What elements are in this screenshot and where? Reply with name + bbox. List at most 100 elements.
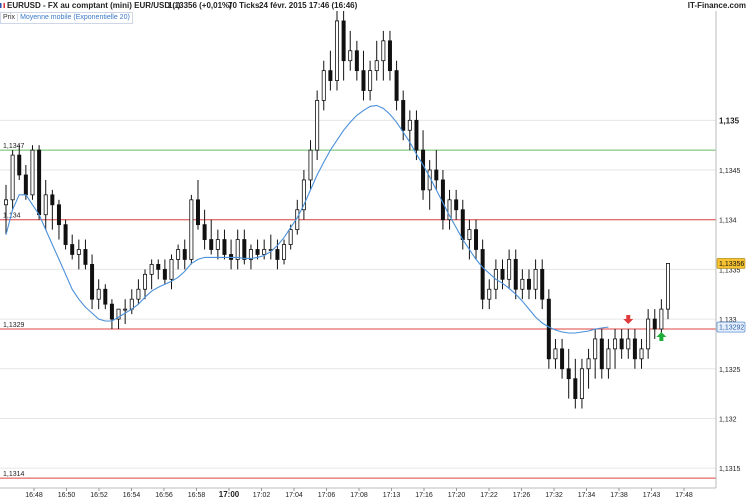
candle-body: [262, 249, 267, 255]
candle-body: [593, 338, 598, 360]
x-tick-label: 17:02: [253, 492, 271, 499]
last-price-tag-text: 1,13356: [719, 261, 744, 268]
candle-body: [23, 174, 28, 196]
candle-body: [96, 288, 101, 300]
y-tick-label: 1,1345: [719, 168, 741, 175]
x-tick-label: 17:22: [480, 492, 498, 499]
candle-body: [454, 199, 459, 211]
candle-body: [599, 338, 604, 370]
y-tick-label: 1,1315: [719, 466, 741, 473]
candle-body: [560, 348, 565, 370]
x-tick-label: 17:08: [350, 492, 368, 499]
candle-body: [123, 308, 128, 311]
candle-body: [626, 338, 631, 350]
x-tick-label: 16:52: [90, 492, 108, 499]
y-tick-label: 1,1325: [719, 367, 741, 374]
legend-ema-label[interactable]: Moyenne mobile (Exponentielle 20): [18, 14, 132, 21]
candle-body: [639, 348, 644, 360]
level-label: 1,1347: [3, 143, 25, 150]
candle-body: [30, 149, 35, 196]
candle-body: [467, 229, 472, 240]
candle-body: [143, 273, 148, 290]
candle-body: [401, 100, 406, 131]
candle-body: [149, 264, 154, 275]
x-tick-label: 16:58: [188, 492, 206, 499]
candle-body: [513, 259, 518, 290]
candle-body: [566, 368, 571, 380]
candle-body: [487, 288, 492, 300]
candle-body: [222, 239, 227, 255]
candle-body: [341, 20, 346, 62]
candle-body: [533, 268, 538, 290]
candle-body: [90, 264, 95, 300]
candle-body: [209, 239, 214, 250]
candle-body: [348, 50, 353, 62]
candle-body: [70, 244, 75, 255]
candle-body: [56, 204, 61, 226]
candle-body: [421, 149, 426, 191]
candle-body: [328, 70, 333, 81]
candle-body: [579, 368, 584, 399]
candle-body: [242, 239, 247, 260]
candle-body: [103, 288, 108, 305]
candle-body: [646, 318, 651, 350]
candle-body: [553, 348, 558, 360]
candle-body: [176, 249, 181, 260]
candle-body: [215, 239, 220, 250]
candle-body: [460, 209, 465, 240]
legend[interactable]: Prix Moyenne mobile (Exponentielle 20): [0, 12, 133, 24]
candle-body: [17, 154, 22, 176]
ema-value-tag: 1,13292: [716, 321, 746, 333]
candlestick-chart[interactable]: 1,13471,1341,13291,1314 1,1351,13451,134…: [0, 0, 750, 500]
x-tick-label: 17:20: [448, 492, 466, 499]
level-label: 1,1329: [3, 322, 25, 329]
x-tick-label: 17:26: [513, 492, 531, 499]
x-tick-label: 16:48: [25, 492, 43, 499]
x-tick-label: 17:00: [219, 490, 240, 499]
last-price-tag: 1,13356: [716, 258, 746, 269]
candle-body: [182, 249, 187, 260]
candle-body: [282, 244, 287, 260]
candle-body: [10, 154, 15, 201]
candle-body: [321, 70, 326, 101]
candle-body: [666, 263, 671, 310]
candle-body: [474, 229, 479, 250]
candle-body: [37, 149, 42, 216]
candle-body: [315, 100, 320, 151]
candle-body: [50, 194, 55, 206]
legend-price-label: Prix: [1, 14, 19, 21]
y-tick-label: 1,132: [719, 416, 737, 423]
x-tick-label: 17:34: [578, 492, 596, 499]
x-tick-label: 16:50: [58, 492, 76, 499]
x-tick-label: 17:43: [643, 492, 661, 499]
candle-body: [613, 338, 618, 350]
candle-body: [235, 239, 240, 260]
candle-body: [606, 348, 611, 370]
candle-body: [109, 303, 114, 320]
candle-body: [394, 70, 399, 101]
candle-body: [308, 149, 313, 181]
candle-body: [368, 70, 373, 91]
y-tick-label: 1,134: [719, 218, 737, 225]
x-tick-label: 17:38: [610, 492, 628, 499]
candle-body: [520, 278, 525, 290]
x-tick-label: 16:54: [123, 492, 141, 499]
x-tick-label: 17:06: [318, 492, 336, 499]
candle-body: [546, 298, 551, 360]
candle-body: [361, 70, 366, 91]
candle-body: [586, 358, 591, 370]
candle-body: [162, 268, 167, 280]
candle-body: [189, 199, 194, 260]
candle-body: [275, 249, 280, 260]
candle-body: [619, 338, 624, 350]
candle-body: [156, 264, 161, 270]
candle-body: [480, 249, 485, 300]
level-label: 1,1314: [3, 471, 25, 478]
candle-body: [381, 40, 386, 62]
y-axis: 1,1351,13451,1341,13351,1331,13251,1321,…: [715, 11, 741, 488]
x-tick-label: 17:48: [675, 492, 693, 499]
candle-body: [334, 20, 339, 81]
candle-body: [136, 288, 141, 300]
candle-body: [632, 338, 637, 360]
candle-body: [288, 229, 293, 245]
